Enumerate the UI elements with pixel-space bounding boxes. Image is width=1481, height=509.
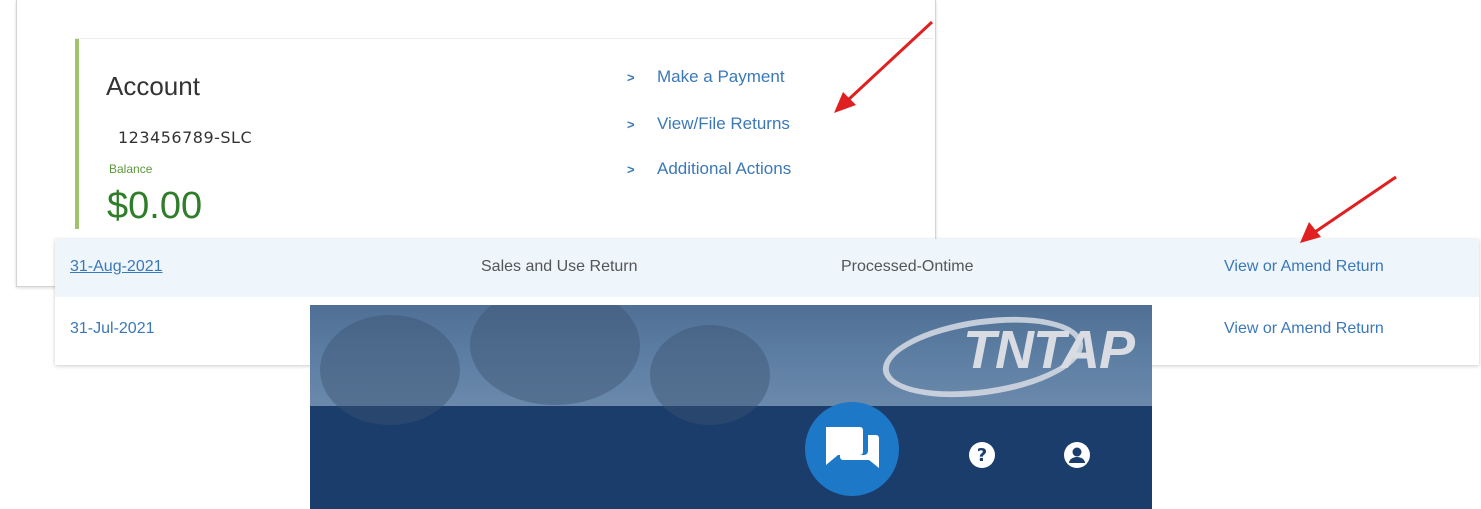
view-file-returns-label: View/File Returns [657, 114, 790, 133]
logo-text: TNTAP [963, 320, 1135, 380]
account-number: 123456789-SLC [118, 128, 253, 147]
return-date-link[interactable]: 31-Aug-2021 [70, 258, 163, 276]
chevron-right-icon: > [627, 116, 635, 132]
additional-actions-link[interactable]: > Additional Actions [627, 159, 791, 179]
chevron-right-icon: > [627, 161, 635, 177]
help-icon[interactable]: ? [969, 442, 995, 468]
table-row: 31-Aug-2021 Sales and Use Return Process… [55, 239, 1479, 297]
return-status: Processed-Ontime [841, 258, 974, 275]
view-amend-return-link[interactable]: View or Amend Return [1224, 258, 1384, 276]
balance-label: Balance [109, 162, 153, 176]
header-banner: TNTAP [310, 305, 1152, 425]
make-payment-label: Make a Payment [657, 67, 785, 86]
additional-actions-label: Additional Actions [657, 159, 792, 178]
return-type: Sales and Use Return [481, 258, 638, 275]
account-accent-bar [75, 39, 79, 229]
annotation-arrow [1300, 175, 1397, 243]
background-foliage [470, 305, 640, 405]
make-payment-link[interactable]: > Make a Payment [627, 67, 785, 87]
return-date: 31-Jul-2021 [70, 320, 155, 337]
tntap-logo: TNTAP [874, 305, 1135, 409]
account-title: Account [106, 71, 200, 101]
header-nav: ? [310, 402, 1152, 509]
chat-icon [826, 427, 879, 468]
view-file-returns-link[interactable]: > View/File Returns [627, 114, 790, 134]
chat-button[interactable] [805, 402, 899, 496]
balance-value: $0.00 [107, 185, 203, 227]
user-account-icon[interactable] [1064, 442, 1090, 468]
tntap-header: TNTAP ? [310, 305, 1152, 509]
chevron-right-icon: > [627, 69, 635, 85]
view-amend-return-link[interactable]: View or Amend Return [1224, 320, 1384, 338]
